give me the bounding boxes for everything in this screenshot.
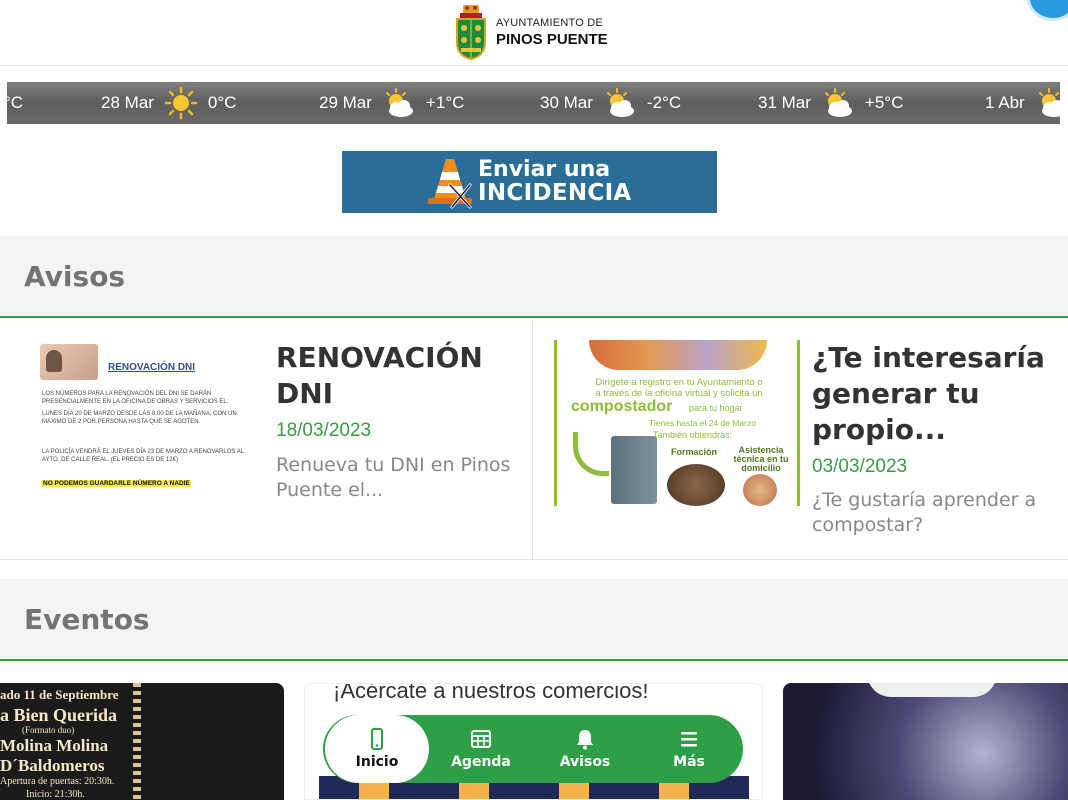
thumb-text: para tu hogar: [689, 403, 743, 413]
thumb-paragraph: LOS NÚMEROS PARA LA RENOVACIÓN DEL DNI S…: [42, 391, 229, 405]
send-incident-banner[interactable]: Enviar una INCIDENCIA: [342, 151, 717, 213]
nav-label: Agenda: [451, 754, 511, 770]
eventos-title: Eventos: [24, 603, 150, 636]
nav-label: Inicio: [355, 754, 399, 770]
weather-item: 1 Abr: [985, 82, 1060, 124]
weather-item: 31 Mar +5°C: [758, 82, 903, 124]
logo-line1: AYUNTAMIENTO DE: [496, 16, 603, 29]
notice-card[interactable]: Dirígete a registro en tu Ayuntamiento o…: [534, 320, 1068, 560]
weather-date: 1 Abr: [985, 93, 1025, 112]
weather-temp: -2°C: [646, 93, 682, 112]
notice-title[interactable]: RENOVACIÓN DNI: [276, 340, 526, 412]
banner-line2: INCIDENCIA: [478, 180, 632, 206]
event-text: ado 11 de Septiembre: [0, 687, 119, 702]
weather-temp: °C: [7, 93, 24, 112]
weather-strip: °C 28 Mar 0°C 29 Mar +1°C 30 Mar -2°C 31…: [7, 82, 1060, 124]
sun-icon: [164, 86, 198, 120]
nav-avisos[interactable]: Avisos: [533, 715, 637, 783]
nav-inicio[interactable]: Inicio: [325, 715, 429, 783]
thumb-paragraph: LUNES DÍA 20 DE MARZO DESDE LAS 8:00 DE …: [42, 411, 237, 425]
eventos-section-header: Eventos: [0, 579, 1068, 661]
weather-item: 28 Mar 0°C: [101, 82, 236, 124]
event-image: [867, 683, 997, 697]
assistance-photo: [743, 474, 777, 506]
weather-date: 30 Mar: [540, 93, 593, 112]
logo-line2: PINOS PUENTE: [496, 30, 608, 48]
traffic-cone-icon: [428, 159, 472, 209]
menu-icon: [681, 732, 697, 747]
notice-date: 03/03/2023: [812, 456, 908, 477]
event-card[interactable]: ado 11 de Septiembre a Bien Querida (For…: [0, 683, 284, 800]
weather-item: 29 Mar +1°C: [319, 82, 464, 124]
weather-date: 28 Mar: [101, 93, 154, 112]
app-header: AYUNTAMIENTO DE PINOS PUENTE: [0, 0, 1068, 66]
banner-line1: Enviar una: [478, 157, 611, 182]
event-text: Molina Molina: [0, 736, 109, 755]
notices-list: RENOVACIÓN DNI LOS NÚMEROS PARA LA RENOV…: [0, 320, 1068, 560]
phone-icon: [371, 728, 383, 750]
thumb-label: Asistencia técnica en tu domicilio: [733, 445, 789, 473]
weather-date: 31 Mar: [758, 93, 811, 112]
id-card-image: [40, 344, 98, 380]
notice-date: 18/03/2023: [276, 420, 372, 441]
thumb-heading: RENOVACIÓN DNI: [108, 362, 196, 373]
thumb-text: También obtendrás:: [653, 430, 733, 440]
bell-icon: [577, 730, 593, 750]
notice-thumbnail: RENOVACIÓN DNI LOS NÚMEROS PARA LA RENOV…: [38, 342, 260, 502]
weather-date: 29 Mar: [319, 93, 372, 112]
bottom-navigation: Inicio Agenda Avisos Más: [323, 715, 743, 783]
weather-temp: +1°C: [425, 93, 465, 112]
calendar-icon: [471, 730, 491, 748]
thumb-label: Formación: [671, 447, 718, 457]
thumb-text: Dirígete a registro en tu Ayuntamiento o: [595, 377, 763, 388]
compost-photo: [667, 464, 725, 506]
nav-agenda[interactable]: Agenda: [429, 715, 533, 783]
thumb-text: Tienes hasta el 24 de Marzo: [649, 418, 756, 428]
notice-card[interactable]: RENOVACIÓN DNI LOS NÚMEROS PARA LA RENOV…: [0, 320, 533, 560]
event-card[interactable]: [783, 683, 1068, 800]
weather-temp: 0°C: [207, 93, 237, 112]
partly-cloudy-icon: [824, 88, 852, 117]
thumb-highlight: NO PODEMOS GUARDARLE NÚMERO A NADIE: [42, 480, 191, 487]
nav-mas[interactable]: Más: [637, 715, 741, 783]
event-text: ¡Acércate a nuestros comercios!: [333, 683, 649, 703]
partly-cloudy-icon: [1038, 88, 1060, 117]
thumb-decoration: [589, 340, 767, 370]
municipality-logo[interactable]: AYUNTAMIENTO DE PINOS PUENTE: [454, 4, 608, 60]
notice-excerpt: ¿Te gustaría aprender a compostar?: [812, 489, 1037, 536]
event-text: Apertura de puertas: 20:30h.: [0, 776, 115, 787]
event-text: Inicio: 21:30h.: [26, 789, 85, 800]
partly-cloudy-icon: [606, 88, 634, 117]
weather-temp: +5°C: [864, 93, 904, 112]
coat-of-arms-icon: [456, 5, 486, 60]
nav-label: Más: [673, 754, 705, 770]
floating-corner-button[interactable]: [1030, 0, 1068, 18]
event-text: (Formato duo): [22, 725, 75, 735]
thumb-paragraph: LA POLICÍA VENDRÁ EL JUEVES DÍA 23 DE MA…: [42, 449, 244, 463]
notice-thumbnail: Dirígete a registro en tu Ayuntamiento o…: [554, 340, 800, 506]
weather-item: °C: [7, 82, 23, 124]
partly-cloudy-icon: [385, 88, 413, 117]
arrow-icon: [573, 432, 609, 476]
compost-bin-image: [611, 436, 657, 504]
string-lights-decoration: [133, 683, 141, 800]
event-text: a Bien Querida: [0, 705, 118, 725]
avisos-section-header: Avisos: [0, 236, 1068, 318]
nav-label: Avisos: [559, 754, 611, 770]
weather-item: 30 Mar -2°C: [540, 82, 681, 124]
event-text: D´Baldomeros: [0, 756, 105, 775]
avisos-title: Avisos: [24, 260, 126, 293]
notice-excerpt: Renueva tu DNI en Pinos Puente el...: [276, 454, 511, 501]
notice-title[interactable]: ¿Te interesaría generar tu propio...: [812, 340, 1062, 448]
thumb-big-text: compostador: [571, 398, 673, 415]
